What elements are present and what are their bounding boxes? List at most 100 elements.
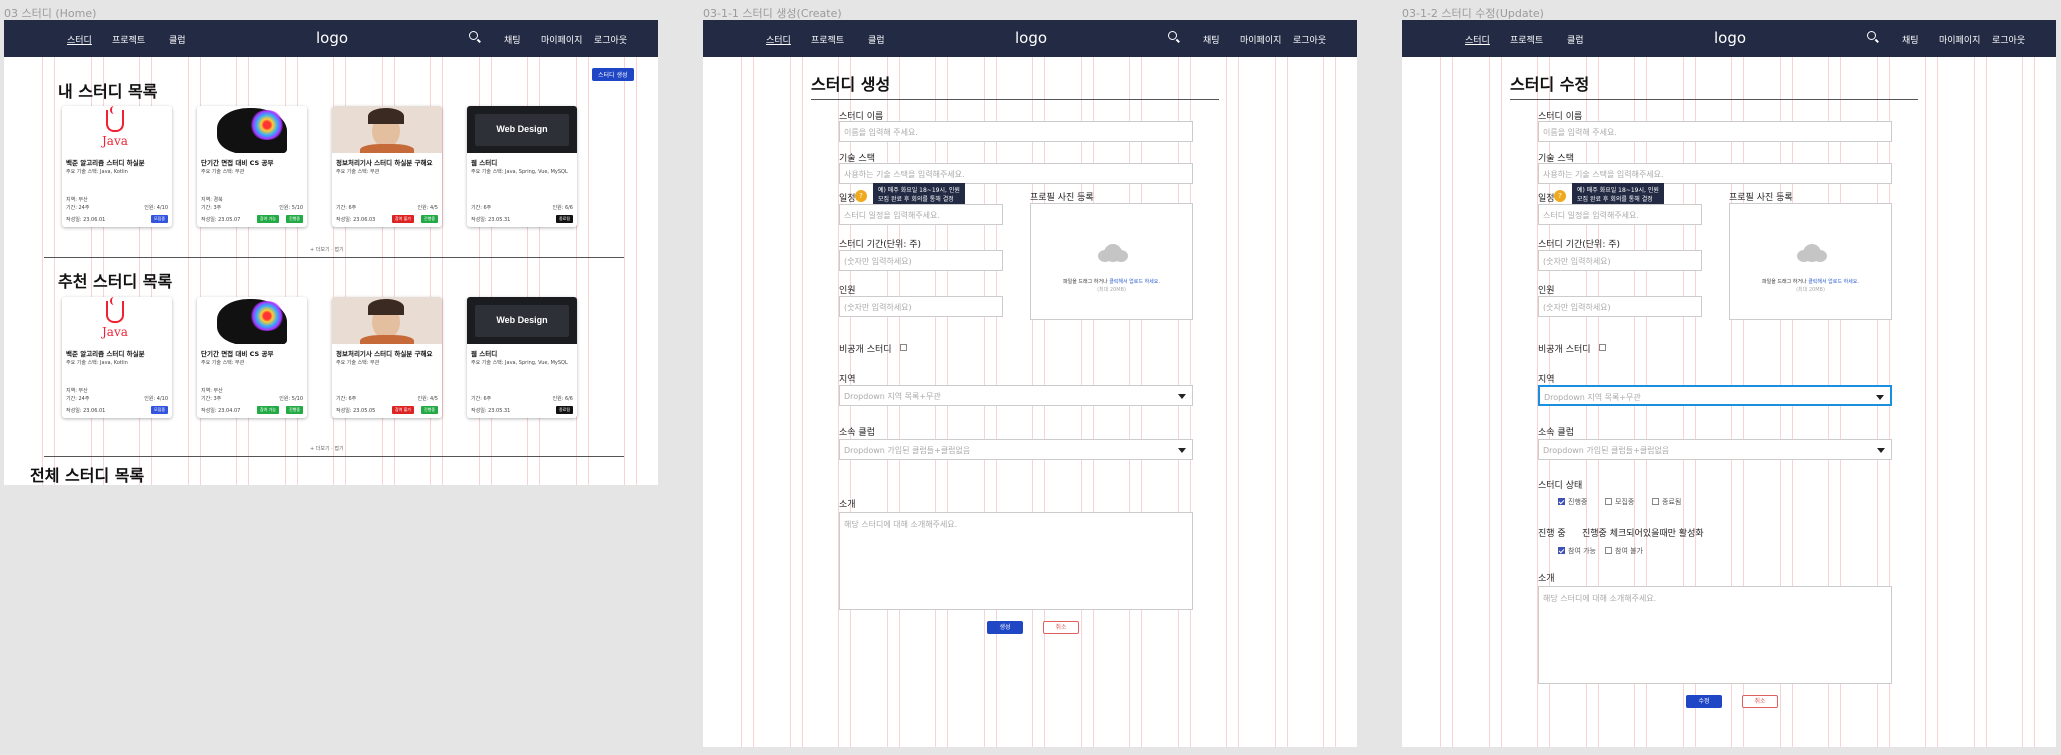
nav-logout[interactable]: 로그아웃 bbox=[1293, 33, 1326, 46]
nav-project[interactable]: 프로젝트 bbox=[1510, 33, 1543, 46]
upload-limit: (최대 20MB) bbox=[1796, 287, 1825, 293]
study-card-period: 기간: 3주 bbox=[201, 396, 222, 402]
private-label: 비공개 스터디 bbox=[839, 345, 892, 355]
update-button[interactable]: 수정 bbox=[1686, 695, 1722, 708]
study-card[interactable]: Web Design 웹 스터디 주요 기술 스택: Java, Spring, V… bbox=[467, 297, 577, 418]
study-card-members: 인원: 4/5 bbox=[417, 205, 438, 211]
study-card[interactable]: Java 백준 알고리즘 스터디 하실분 주요 기술 스택: Java, Kotli… bbox=[62, 106, 172, 227]
study-card-period: 기간: 3주 bbox=[201, 205, 222, 211]
study-card-status-badge: 진행중 bbox=[285, 406, 303, 414]
help-icon[interactable]: ? bbox=[1554, 190, 1566, 202]
more-toggle[interactable]: + 더보기 · 접기 bbox=[310, 246, 344, 253]
study-card-members: 인원: 5/10 bbox=[279, 205, 303, 211]
help-icon[interactable]: ? bbox=[855, 190, 867, 202]
nav-chat[interactable]: 채팅 bbox=[504, 33, 521, 46]
study-card-title: 백준 알고리즘 스터디 하실분 bbox=[66, 350, 145, 358]
study-card[interactable]: 정보처리기사 스터디 하실분 구해요 주요 기술 스택: 무관 기간: 6주 작성일:… bbox=[332, 106, 442, 227]
study-card-date: 작성일: 23.05.31 bbox=[471, 408, 511, 414]
schedule-input[interactable]: 스터디 일정을 입력해주세요. bbox=[1538, 204, 1702, 225]
study-card-status-badge: 모집중 bbox=[150, 215, 168, 223]
search-icon[interactable] bbox=[1168, 31, 1177, 40]
tech-stack-input[interactable]: 사용하는 기술 스택을 입력해주세요. bbox=[1538, 163, 1892, 184]
club-dropdown[interactable]: Dropdown 가입된 클럽들+클럽없음 bbox=[839, 439, 1193, 460]
study-card-stack: 주요 기술 스택: Java, Spring, Vue, MySQL bbox=[471, 169, 568, 175]
nav-logout[interactable]: 로그아웃 bbox=[594, 33, 627, 46]
study-card-image bbox=[197, 297, 307, 344]
nav-chat[interactable]: 채팅 bbox=[1203, 33, 1220, 46]
study-card[interactable]: 정보처리기사 스터디 하실분 구해요 주요 기술 스택: 무관 기간: 6주 작성일:… bbox=[332, 297, 442, 418]
join-option-label: 참여 가능 bbox=[1568, 547, 1596, 555]
nav-mypage[interactable]: 마이페이지 bbox=[541, 33, 582, 46]
study-card[interactable]: 단기간 면접 대비 CS 공부 주요 기술 스택: 무관 지역: 부산 기간: 3주 작… bbox=[197, 297, 307, 418]
study-card[interactable]: 단기간 면접 대비 CS 공부 주요 기술 스택: 무관 지역: 경북 기간: 3주 작… bbox=[197, 106, 307, 227]
study-card-stack: 주요 기술 스택: Java, Kotlin bbox=[66, 360, 128, 366]
study-name-input[interactable]: 이름을 입력해 주세요. bbox=[1538, 121, 1892, 142]
nav-chat[interactable]: 채팅 bbox=[1902, 33, 1919, 46]
status-checkbox-ended[interactable] bbox=[1652, 498, 1659, 505]
nav-project[interactable]: 프로젝트 bbox=[112, 33, 145, 46]
nav-mypage[interactable]: 마이페이지 bbox=[1939, 33, 1980, 46]
nav-study[interactable]: 스터디 bbox=[766, 33, 791, 46]
study-card-date: 작성일: 23.06.01 bbox=[66, 408, 106, 414]
photo-upload-area[interactable]: 파일을 드래그 하거나 클릭해서 업로드 하세요. (최대 20MB) bbox=[1729, 203, 1892, 320]
search-icon[interactable] bbox=[1867, 31, 1876, 40]
study-card-status-badge: 진행중 bbox=[285, 215, 303, 223]
private-checkbox[interactable] bbox=[900, 344, 907, 351]
frame-label-home: 03 스터디 (Home) bbox=[4, 7, 97, 20]
nav-logout[interactable]: 로그아웃 bbox=[1992, 33, 2025, 46]
private-checkbox[interactable] bbox=[1599, 344, 1606, 351]
intro-textarea[interactable]: 해당 스터디에 대해 소개해주세요. bbox=[1538, 586, 1892, 684]
intro-textarea[interactable]: 해당 스터디에 대해 소개해주세요. bbox=[839, 512, 1193, 610]
people-input[interactable]: (숫자만 입력하세요) bbox=[839, 296, 1003, 317]
period-input[interactable]: (숫자만 입력하세요) bbox=[839, 250, 1003, 271]
study-name-input[interactable]: 이름을 입력해 주세요. bbox=[839, 121, 1193, 142]
study-card-period: 기간: 24주 bbox=[66, 205, 90, 211]
create-button[interactable]: 생성 bbox=[987, 621, 1023, 634]
divider bbox=[44, 456, 624, 457]
title-divider bbox=[811, 99, 1219, 100]
join-allowed-checkbox[interactable] bbox=[1558, 547, 1565, 554]
status-checkbox-ongoing[interactable] bbox=[1558, 498, 1565, 505]
region-label: 지역 bbox=[839, 375, 856, 385]
study-card-status-badge: 참여 가능 bbox=[257, 215, 279, 223]
study-card-status-badge: 진행중 bbox=[420, 406, 438, 414]
photo-upload-area[interactable]: 파일을 드래그 하거나 클릭해서 업로드 하세요. (최대 20MB) bbox=[1030, 203, 1193, 320]
tech-stack-input[interactable]: 사용하는 기술 스택을 입력해주세요. bbox=[839, 163, 1193, 184]
region-dropdown[interactable]: Dropdown 지역 목록+무관 bbox=[839, 385, 1193, 406]
nav-project[interactable]: 프로젝트 bbox=[811, 33, 844, 46]
region-dropdown[interactable]: Dropdown 지역 목록+무관 bbox=[1538, 385, 1892, 406]
status-checkbox-recruiting[interactable] bbox=[1605, 498, 1612, 505]
logo[interactable]: logo bbox=[1714, 29, 1746, 47]
club-dropdown[interactable]: Dropdown 가입된 클럽들+클럽없음 bbox=[1538, 439, 1892, 460]
nav-club[interactable]: 클럽 bbox=[868, 33, 885, 46]
nav-club[interactable]: 클럽 bbox=[169, 33, 186, 46]
study-card-period: 기간: 6주 bbox=[336, 205, 357, 211]
top-nav: 스터디 프로젝트 클럽 logo 채팅 마이페이지 로그아웃 bbox=[703, 20, 1357, 57]
people-input[interactable]: (숫자만 입력하세요) bbox=[1538, 296, 1702, 317]
nav-study[interactable]: 스터디 bbox=[1465, 33, 1490, 46]
schedule-input[interactable]: 스터디 일정을 입력해주세요. bbox=[839, 204, 1003, 225]
study-card[interactable]: Java 백준 알고리즘 스터디 하실분 주요 기술 스택: Java, Kotli… bbox=[62, 297, 172, 418]
cancel-button[interactable]: 취소 bbox=[1043, 621, 1079, 634]
study-card-status-badge: 참여 가능 bbox=[257, 406, 279, 414]
nav-study[interactable]: 스터디 bbox=[67, 33, 92, 46]
more-toggle[interactable]: + 더보기 · 접기 bbox=[310, 445, 344, 452]
nav-club[interactable]: 클럽 bbox=[1567, 33, 1584, 46]
logo[interactable]: logo bbox=[1015, 29, 1047, 47]
nav-mypage[interactable]: 마이페이지 bbox=[1240, 33, 1281, 46]
period-input[interactable]: (숫자만 입력하세요) bbox=[1538, 250, 1702, 271]
search-icon[interactable] bbox=[469, 31, 478, 40]
study-card-title: 웹 스터디 bbox=[471, 350, 498, 358]
join-blocked-checkbox[interactable] bbox=[1605, 547, 1612, 554]
create-study-button[interactable]: 스터디 생성 bbox=[592, 68, 634, 81]
logo[interactable]: logo bbox=[316, 29, 348, 47]
study-card-members: 인원: 6/6 bbox=[552, 205, 573, 211]
cancel-button[interactable]: 취소 bbox=[1742, 695, 1778, 708]
intro-label: 소개 bbox=[1538, 574, 1555, 584]
study-card-status-badge: 모집중 bbox=[150, 406, 168, 414]
period-label: 스터디 기간(단위: 주) bbox=[839, 240, 922, 250]
study-card-period: 기간: 6주 bbox=[471, 396, 492, 402]
study-card-title: 단기간 면접 대비 CS 공부 bbox=[201, 350, 274, 358]
study-card[interactable]: Web Design 웹 스터디 주요 기술 스택: Java, Spring, V… bbox=[467, 106, 577, 227]
club-label: 소속 클럽 bbox=[839, 428, 875, 438]
